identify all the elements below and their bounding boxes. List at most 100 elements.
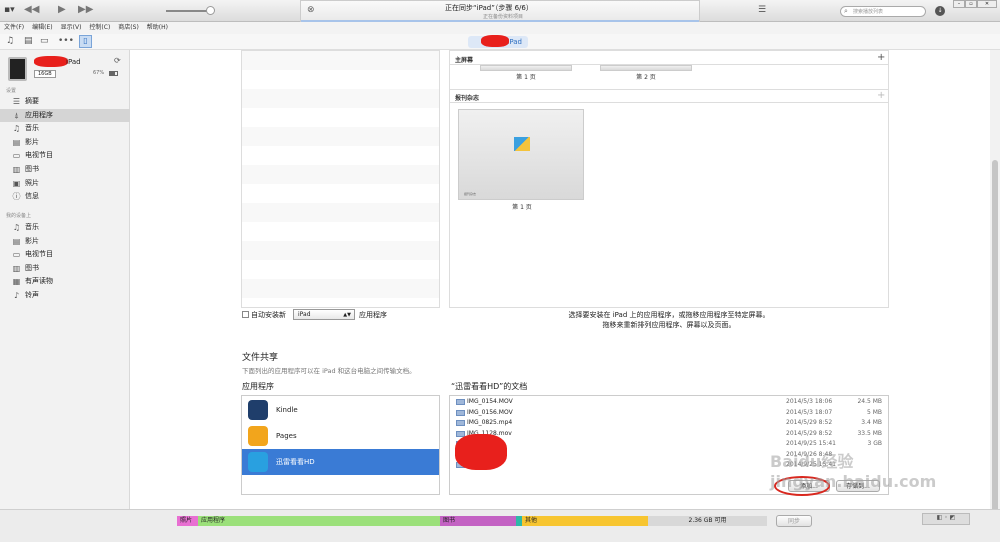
book-icon: ▥ (12, 263, 21, 273)
info-icon: ⓘ (12, 192, 21, 202)
list-icon: ☰ (12, 97, 21, 106)
document-row[interactable]: IMG_1128.mov 2014/5/29 8:52 33.5 MB (450, 429, 888, 440)
maximize-button[interactable]: ▫ (965, 0, 977, 8)
sync-icon[interactable]: ⟳ (114, 56, 121, 65)
search-placeholder: 搜索播放列表 (853, 9, 884, 15)
close-button[interactable]: ✕ (977, 0, 997, 8)
document-size: 33.5 MB (857, 429, 882, 437)
newsstand-page-1[interactable]: 报刊杂志 (458, 109, 584, 200)
menu-edit[interactable]: 编辑(E) (32, 24, 52, 31)
document-row[interactable]: IMG_0825.mp4 2014/5/29 8:52 3.4 MB (450, 418, 888, 429)
bell-icon: ♪ (13, 291, 20, 300)
cancel-sync-icon[interactable]: ⊗ (307, 5, 315, 15)
more-icon[interactable]: ••• (58, 36, 74, 46)
instruction-line-1: 选择要安装在 iPad 上的应用程序，或拖移应用程序至特定屏幕。 (568, 311, 770, 319)
document-date: 2014/5/3 18:06 (786, 398, 833, 405)
add-newsstand-icon[interactable]: + (877, 90, 885, 101)
device-name: iPad (66, 58, 81, 66)
film-icon[interactable]: ▤ (24, 36, 33, 46)
ipad-device-icon[interactable]: ▯ (79, 35, 92, 48)
file-sharing-desc: 下面列出的应用程序可以在 iPad 和这台电脑之间传输文档。 (242, 367, 416, 375)
forward-icon[interactable]: ▶▶ (78, 4, 93, 15)
app-row-xunlei[interactable]: 迅雷看看HD (242, 449, 439, 475)
storage-segment: 照片 (177, 516, 198, 526)
search-field[interactable]: ⌕ 搜索播放列表 (840, 6, 926, 17)
list-view-icon[interactable]: ☰ (758, 5, 766, 15)
menu-store[interactable]: 商店(S) (118, 24, 139, 31)
download-icon[interactable]: ↓ (935, 6, 945, 16)
settings-item[interactable]: ▭ 电视节目 (0, 149, 130, 162)
device-item[interactable]: ▦ 有声读物 (0, 275, 130, 288)
document-row[interactable]: IMG_0154.MOV 2014/5/3 18:06 24.5 MB (450, 397, 888, 408)
rewind-icon[interactable]: ◀◀ (24, 4, 39, 15)
watermark: Baidu经验 jingyan.baidu.com (770, 452, 937, 491)
storage-segment: 应用程序 (198, 516, 440, 526)
settings-item[interactable]: ▥ 图书 (0, 163, 130, 176)
xunlei-icon (248, 452, 268, 472)
device-item[interactable]: ♫ 音乐 (0, 221, 130, 234)
home-screens-panel: 主屏幕 + 第 1 页 第 2 页 报刊杂志 + 报刊杂志 第 1 页 (449, 50, 889, 308)
add-screen-icon[interactable]: + (877, 52, 885, 63)
app-menu-icon[interactable]: ▪▾ (4, 5, 15, 15)
device-item[interactable]: ♪ 铃声 (0, 289, 130, 302)
file-icon (456, 420, 465, 426)
app-row-pages[interactable]: Pages (242, 423, 439, 449)
menu-help[interactable]: 帮助(H) (147, 24, 168, 31)
scrollbar[interactable] (990, 50, 1000, 540)
tv-icon: ▭ (12, 250, 21, 260)
auto-install-select[interactable]: iPad ▲▼ (293, 309, 355, 320)
tv-icon: ▭ (12, 151, 21, 161)
settings-item[interactable]: ♫ 音乐 (0, 122, 130, 135)
document-row[interactable]: IMG_0156.MOV 2014/5/3 18:07 5 MB (450, 408, 888, 419)
device-item[interactable]: ▥ 图书 (0, 262, 130, 275)
battery-percent: 67% (93, 70, 105, 76)
auto-install-checkbox[interactable] (242, 311, 249, 318)
volume-slider[interactable] (166, 6, 215, 15)
volume-knob[interactable] (206, 6, 215, 15)
music-icon[interactable]: ♫ (6, 36, 14, 46)
settings-item[interactable]: ☰ 摘要 (0, 95, 130, 108)
instruction-line-2: 拖移来重新排列应用程序、屏幕以及页面。 (602, 321, 736, 329)
document-date: 2014/5/29 8:52 (786, 429, 833, 437)
play-icon[interactable]: ▶ (58, 4, 66, 15)
app-row-kindle[interactable]: Kindle (242, 397, 439, 423)
redaction-mark (34, 56, 68, 67)
app-name: Pages (276, 432, 297, 440)
window-control-icons[interactable]: ◧ ◦ ◩ (922, 513, 970, 525)
divider (450, 89, 888, 90)
newsstand-app-icon (514, 137, 530, 151)
scrollbar-thumb[interactable] (992, 160, 998, 540)
settings-item[interactable]: ⓘ 信息 (0, 190, 130, 203)
sync-button[interactable]: 同步 (776, 515, 812, 527)
status-title-suffix: iPad”（步骤 6/6） (476, 4, 533, 12)
document-name: IMG_0825.mp4 (467, 419, 513, 426)
device-item[interactable]: ▤ 影片 (0, 235, 130, 248)
tv-icon[interactable]: ▭ (40, 36, 49, 46)
menu-file[interactable]: 文件(F) (4, 24, 24, 31)
status-lcd: ⊗ 正在同步“iPad”（步骤 6/6） 正在备份资料项目 (300, 0, 700, 22)
document-size: 5 MB (866, 408, 882, 416)
storage-segment: 其他 (522, 516, 648, 526)
screen-page-2[interactable] (600, 65, 692, 71)
settings-item[interactable]: ▣ 照片 (0, 177, 130, 190)
device-item[interactable]: ▭ 电视节目 (0, 248, 130, 261)
settings-item[interactable]: ▤ 影片 (0, 136, 130, 149)
audiobook-icon: ▦ (12, 277, 21, 287)
device-item-label: 电视节目 (25, 250, 53, 259)
menu-control[interactable]: 控制(C) (89, 24, 110, 31)
capacity-badge: 16GB (34, 70, 56, 78)
menu-view[interactable]: 显示(V) (61, 24, 82, 31)
settings-item[interactable]: ⍋ 应用程序 (0, 108, 130, 122)
minimize-button[interactable]: – (953, 0, 965, 8)
settings-item-label: 照片 (25, 178, 39, 187)
divider (450, 102, 888, 103)
battery-icon (109, 71, 118, 76)
document-row[interactable]: mvb2014/9/25 15:413 GB (450, 439, 888, 450)
title-bar: ▪▾ ◀◀ ▶ ▶▶ ⊗ 正在同步“iPad”（步骤 6/6） 正在备份资料项目… (0, 0, 1000, 22)
app-list-panel[interactable] (241, 50, 440, 308)
sync-button-label: 同步 (787, 518, 800, 525)
screen-page-1[interactable] (480, 65, 572, 71)
file-icon (456, 409, 465, 416)
newsstand-page-caption: 第 1 页 (512, 204, 532, 211)
capacity-bar-area: 照片 应用程序 图书 其他 2.36 GB 可用 同步 ◧ ◦ ◩ (0, 509, 1000, 542)
